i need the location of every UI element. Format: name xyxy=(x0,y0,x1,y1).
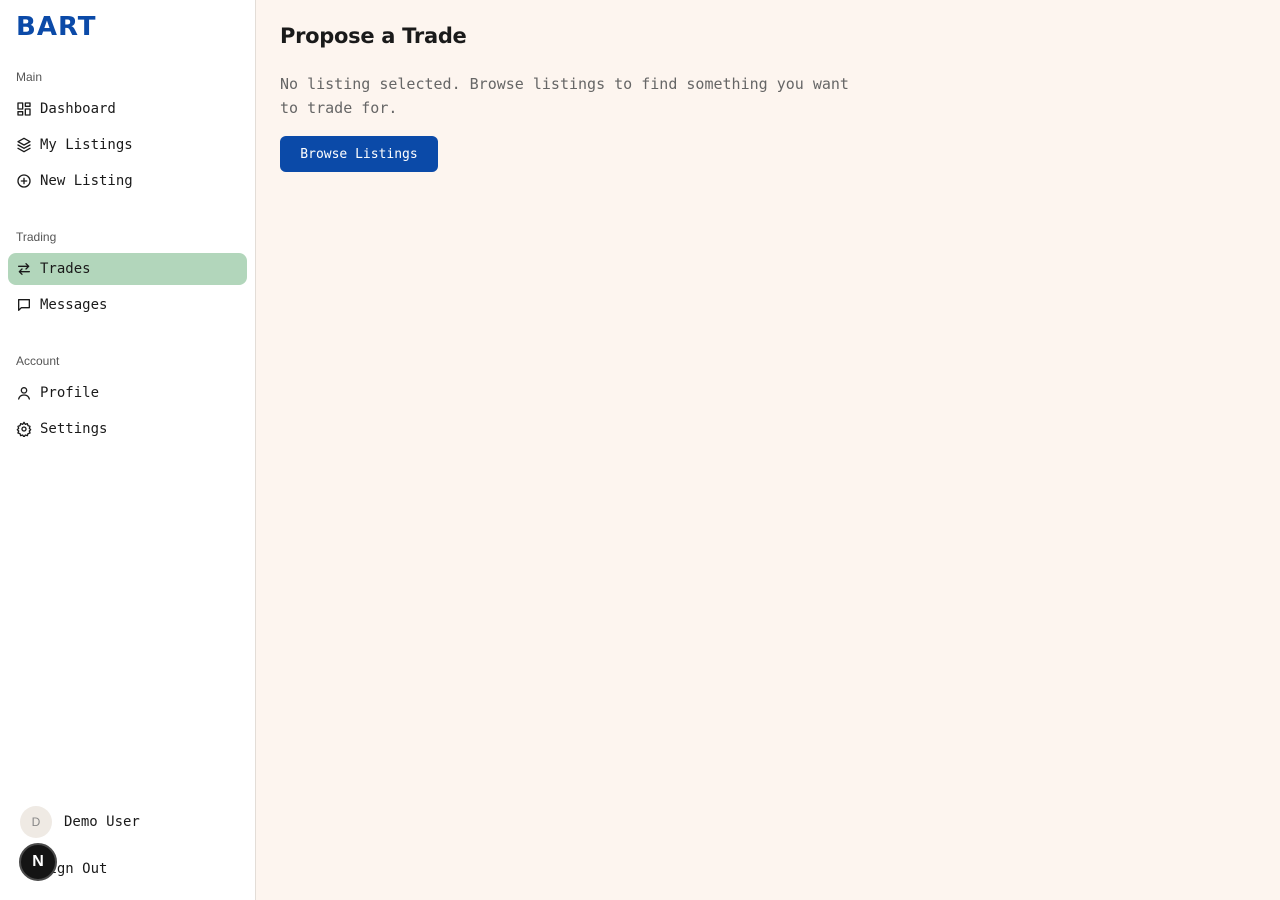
sidebar-item-messages[interactable]: Messages xyxy=(8,289,247,321)
message-icon xyxy=(16,297,32,313)
user-icon xyxy=(16,385,32,401)
sidebar: BART Main Dashboard My Listings New List… xyxy=(0,0,256,900)
swap-icon xyxy=(16,261,32,277)
sidebar-item-label: Settings xyxy=(40,421,108,437)
sidebar-item-label: Dashboard xyxy=(40,101,116,117)
sidebar-item-dashboard[interactable]: Dashboard xyxy=(8,93,247,125)
user-name: Demo User xyxy=(64,814,140,830)
sidebar-item-new-listing[interactable]: New Listing xyxy=(8,165,247,197)
user-profile[interactable]: D Demo User xyxy=(20,806,140,838)
avatar: D xyxy=(20,806,52,838)
sidebar-item-label: Profile xyxy=(40,385,100,401)
dashboard-icon xyxy=(16,101,32,117)
sidebar-item-my-listings[interactable]: My Listings xyxy=(8,129,247,161)
sidebar-item-settings[interactable]: Settings xyxy=(8,413,247,445)
section-title-account: Account xyxy=(16,354,60,368)
section-title-main: Main xyxy=(16,70,43,84)
sidebar-item-label: My Listings xyxy=(40,137,133,153)
sidebar-item-label: Trades xyxy=(40,261,91,277)
logo[interactable]: BART xyxy=(16,13,97,41)
sidebar-item-profile[interactable]: Profile xyxy=(8,377,247,409)
sidebar-item-label: Messages xyxy=(40,297,108,313)
dev-tools-badge-icon[interactable]: N xyxy=(19,843,57,881)
plus-circle-icon xyxy=(16,173,32,189)
page-title: Propose a Trade xyxy=(280,24,467,48)
browse-listings-button[interactable]: Browse Listings xyxy=(280,136,438,172)
gear-icon xyxy=(16,421,32,437)
empty-state-message: No listing selected. Browse listings to … xyxy=(280,75,849,117)
sidebar-item-label: New Listing xyxy=(40,173,133,189)
section-title-trading: Trading xyxy=(16,230,57,244)
sidebar-item-trades[interactable]: Trades xyxy=(8,253,247,285)
package-icon xyxy=(16,137,32,153)
